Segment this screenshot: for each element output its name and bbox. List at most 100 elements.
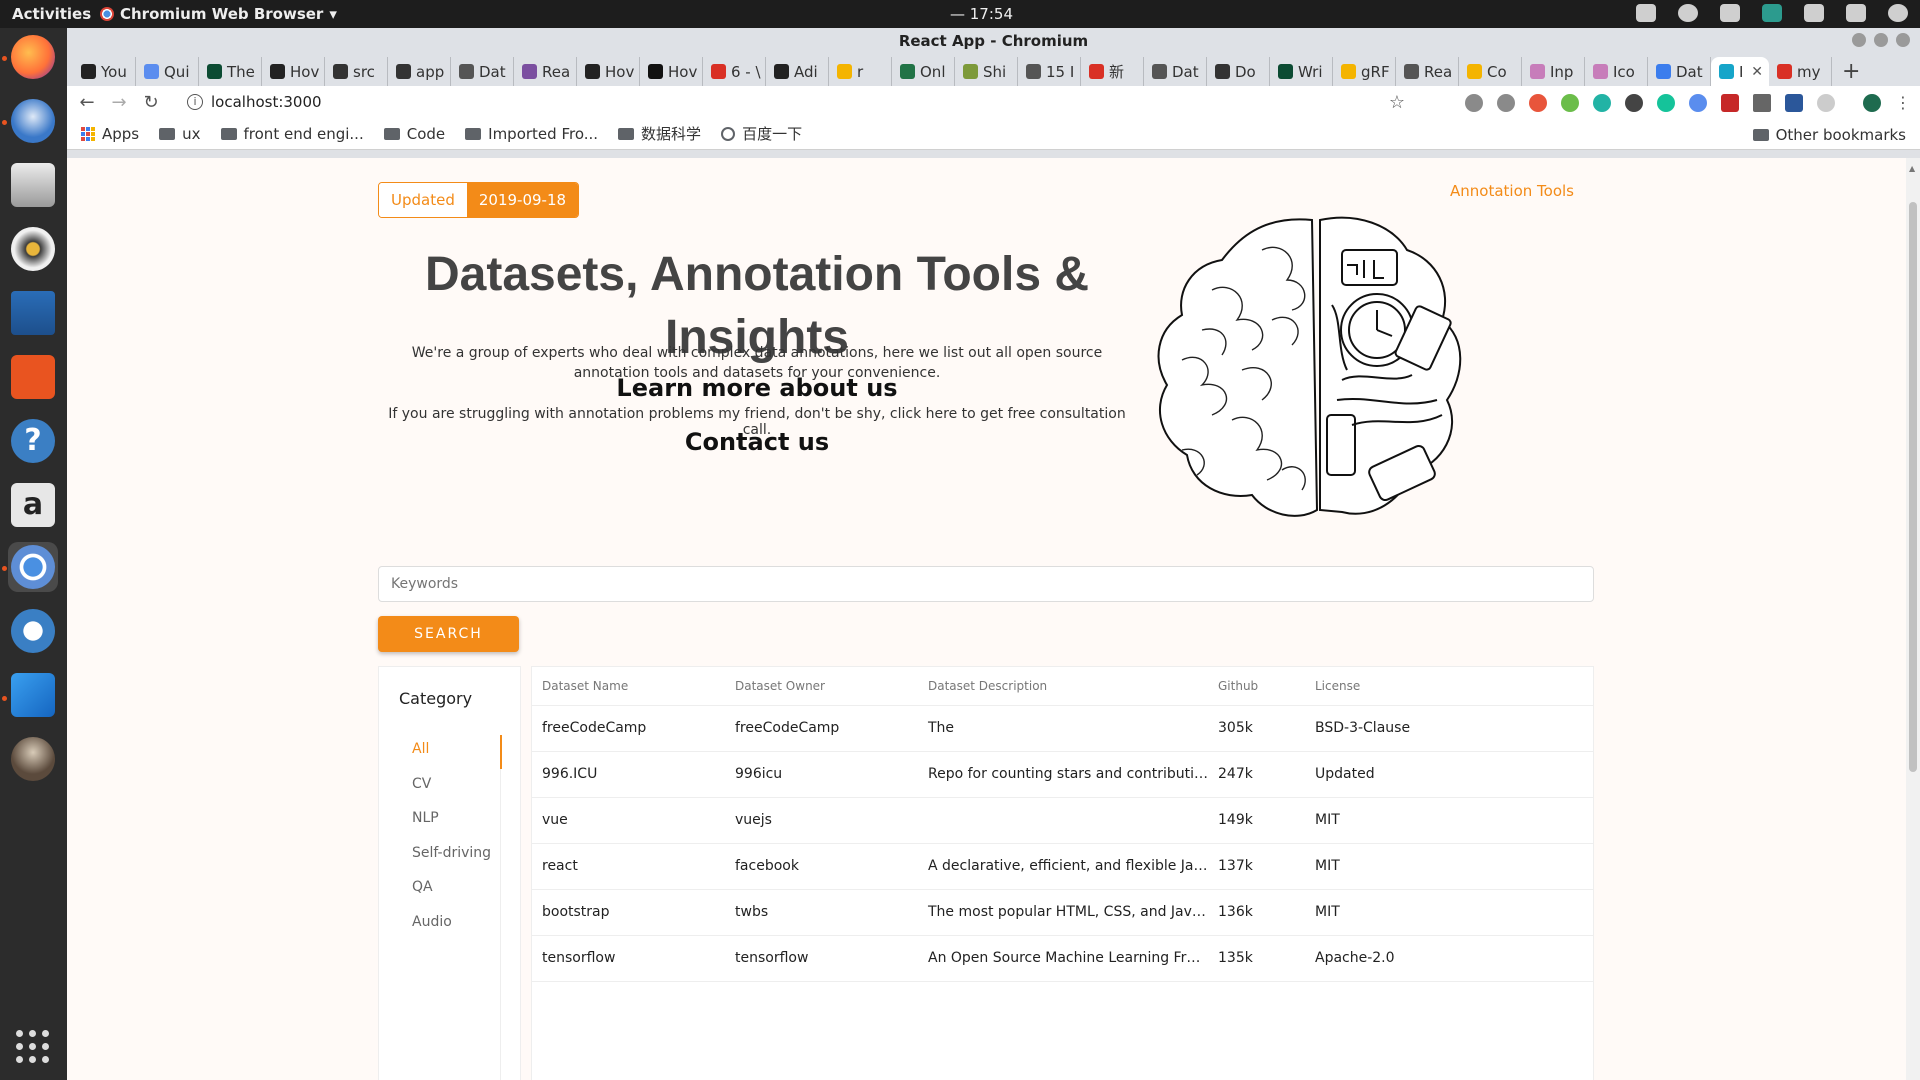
- tab[interactable]: Wri: [1270, 57, 1333, 86]
- system-tray[interactable]: [1636, 4, 1908, 22]
- tab[interactable]: The: [199, 57, 262, 86]
- tab[interactable]: Hov: [640, 57, 703, 86]
- tab[interactable]: You: [73, 57, 136, 86]
- bookmark-star-icon[interactable]: ☆: [1389, 92, 1405, 113]
- files-launcher[interactable]: [8, 160, 58, 210]
- app-menu[interactable]: Chromium Web Browser ▾: [100, 5, 337, 23]
- power-icon[interactable]: [1888, 4, 1908, 22]
- show-applications-icon[interactable]: [16, 1030, 50, 1064]
- extension-icon[interactable]: [1529, 93, 1547, 112]
- app-indicator-icon[interactable]: [1762, 4, 1782, 22]
- accessibility-icon[interactable]: [1678, 4, 1698, 22]
- minimize-button[interactable]: [1852, 33, 1866, 47]
- profile-avatar[interactable]: [1863, 93, 1881, 112]
- dropbox-icon[interactable]: [1720, 4, 1740, 22]
- page-scrollbar[interactable]: ▲: [1906, 158, 1920, 1080]
- tab[interactable]: Rea: [1396, 57, 1459, 86]
- category-item-qa[interactable]: QA: [412, 879, 433, 895]
- reload-button[interactable]: ↻: [139, 92, 163, 113]
- table-row[interactable]: freeCodeCamp freeCodeCamp The 305k BSD-3-Cla…: [532, 705, 1593, 752]
- forward-button[interactable]: →: [107, 92, 131, 113]
- column-header[interactable]: Dataset Description: [918, 667, 1208, 706]
- bookmark-item[interactable]: front end engi...: [220, 123, 364, 144]
- new-tab-button[interactable]: +: [1842, 59, 1860, 86]
- tab[interactable]: gRF: [1333, 57, 1396, 86]
- chromium-launcher[interactable]: [8, 542, 58, 592]
- keywords-input[interactable]: [378, 566, 1594, 602]
- tab[interactable]: app: [388, 57, 451, 86]
- tab[interactable]: Shi: [955, 57, 1018, 86]
- rhythmbox-launcher[interactable]: [8, 224, 58, 274]
- tab-active[interactable]: I ✕: [1711, 57, 1769, 86]
- extension-icon[interactable]: [1817, 93, 1835, 112]
- contact-us-heading[interactable]: Contact us: [378, 428, 1136, 456]
- tab[interactable]: 6 - \: [703, 57, 766, 86]
- bookmark-item[interactable]: 数据科学: [618, 123, 701, 144]
- thunderbird-launcher[interactable]: [8, 96, 58, 146]
- category-item-self-driving[interactable]: Self-driving: [412, 845, 491, 861]
- search-button[interactable]: SEARCH: [378, 616, 519, 652]
- annotation-tools-link[interactable]: Annotation Tools: [1450, 182, 1574, 200]
- site-info-icon[interactable]: i: [187, 94, 203, 110]
- outlook-icon[interactable]: [1785, 93, 1803, 112]
- tab[interactable]: my: [1769, 57, 1832, 86]
- bookmark-item[interactable]: Code: [383, 123, 445, 144]
- column-header[interactable]: Dataset Name: [532, 667, 725, 706]
- category-item-audio[interactable]: Audio: [412, 914, 452, 930]
- tab[interactable]: Hov: [262, 57, 325, 86]
- software-launcher[interactable]: [8, 352, 58, 402]
- tab[interactable]: Onl: [892, 57, 955, 86]
- category-item-nlp[interactable]: NLP: [412, 810, 439, 826]
- extension-icon[interactable]: [1497, 93, 1515, 112]
- volume-icon[interactable]: [1846, 4, 1866, 22]
- tab[interactable]: Dat: [451, 57, 514, 86]
- table-row[interactable]: bootstrap twbs The most popular HTML, CSS,…: [532, 889, 1593, 936]
- extension-icon[interactable]: [1689, 93, 1707, 112]
- column-header[interactable]: Github: [1208, 667, 1305, 706]
- table-row[interactable]: vue vuejs 149k MIT: [532, 797, 1593, 844]
- bookmark-item[interactable]: ux: [159, 123, 201, 144]
- back-button[interactable]: ←: [75, 92, 99, 113]
- remmina-launcher[interactable]: [8, 606, 58, 656]
- scrollbar-thumb[interactable]: [1909, 202, 1917, 772]
- firefox-launcher[interactable]: [8, 32, 58, 82]
- tab[interactable]: Do: [1207, 57, 1270, 86]
- help-launcher[interactable]: ?: [8, 416, 58, 466]
- learn-more-heading[interactable]: Learn more about us: [378, 374, 1136, 402]
- tab[interactable]: Inp: [1522, 57, 1585, 86]
- close-tab-icon[interactable]: ✕: [1751, 64, 1763, 80]
- tab[interactable]: Hov: [577, 57, 640, 86]
- close-window-button[interactable]: [1896, 33, 1910, 47]
- extension-icon[interactable]: [1561, 93, 1579, 112]
- bookmark-item[interactable]: Imported Fro...: [465, 123, 598, 144]
- tab[interactable]: Rea: [514, 57, 577, 86]
- scroll-up-arrow-icon[interactable]: ▲: [1909, 164, 1915, 173]
- keyboard-icon[interactable]: [1636, 4, 1656, 22]
- category-item-all[interactable]: All: [412, 741, 429, 757]
- window-titlebar[interactable]: React App - Chromium: [67, 28, 1920, 53]
- address-bar[interactable]: i localhost:3000 ☆: [177, 88, 1415, 116]
- table-row[interactable]: 996.ICU 996icu Repo for counting stars and…: [532, 751, 1593, 798]
- clock[interactable]: — 17:54: [950, 5, 1013, 23]
- pocket-icon[interactable]: [1465, 93, 1483, 112]
- vscode-launcher[interactable]: [8, 670, 58, 720]
- tab[interactable]: 新: [1081, 57, 1144, 86]
- maximize-button[interactable]: [1874, 33, 1888, 47]
- activities-button[interactable]: Activities: [12, 5, 91, 23]
- table-row[interactable]: tensorflow tensorflow An Open Source Machi…: [532, 935, 1593, 982]
- extension-icon[interactable]: [1593, 93, 1611, 112]
- tab[interactable]: Dat: [1648, 57, 1711, 86]
- tab[interactable]: 15 I: [1018, 57, 1081, 86]
- grammarly-icon[interactable]: [1657, 93, 1675, 112]
- tab[interactable]: r: [829, 57, 892, 86]
- bookmark-apps[interactable]: Apps: [81, 125, 139, 143]
- vue-devtools-icon[interactable]: [1625, 93, 1643, 112]
- chart-extension-icon[interactable]: [1753, 93, 1771, 112]
- tab[interactable]: Co: [1459, 57, 1522, 86]
- category-item-cv[interactable]: CV: [412, 776, 431, 792]
- amazon-launcher[interactable]: a: [8, 480, 58, 530]
- network-icon[interactable]: [1804, 4, 1824, 22]
- bookmark-item[interactable]: 百度一下: [721, 123, 802, 144]
- other-bookmarks[interactable]: Other bookmarks: [1752, 126, 1906, 144]
- tab[interactable]: Adi: [766, 57, 829, 86]
